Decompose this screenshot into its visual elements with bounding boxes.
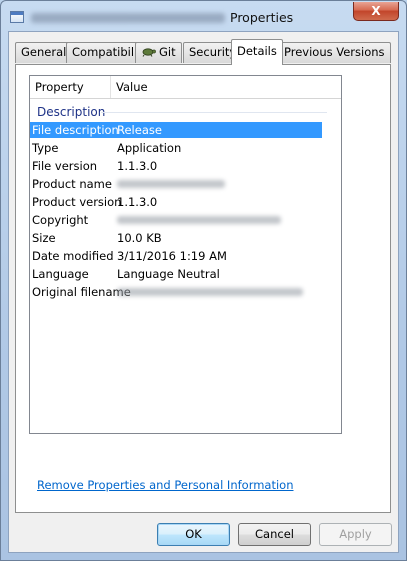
row-property: Copyright — [32, 213, 89, 227]
tab-git-label: Git — [159, 45, 176, 59]
column-header-value[interactable]: Value — [111, 76, 341, 98]
row-property: Type — [32, 141, 59, 155]
row-property: Original filename — [32, 285, 131, 299]
ok-button[interactable]: OK — [157, 523, 230, 546]
detail-row-type[interactable]: Type Application — [30, 140, 322, 156]
remove-properties-link[interactable]: Remove Properties and Personal Informati… — [37, 478, 294, 492]
details-list-view[interactable]: Property Value Description File descript… — [29, 75, 342, 434]
tab-details-label: Details — [237, 44, 277, 58]
row-value: 3/11/2016 1:19 AM — [117, 249, 227, 263]
row-property: Product version — [32, 195, 122, 209]
dialog-client-area: General Compatibility Git Security Detai… — [8, 31, 399, 553]
row-value-redacted — [117, 284, 303, 300]
details-tab-panel: Property Value Description File descript… — [15, 64, 391, 513]
detail-row-product-name[interactable]: Product name — [30, 176, 322, 192]
tab-previous-versions-label: Previous Versions — [284, 45, 385, 59]
row-value-redacted — [117, 212, 281, 228]
close-icon: X — [371, 4, 381, 18]
tab-general-label: General — [21, 45, 67, 59]
close-button[interactable]: X — [353, 2, 399, 21]
row-property: File description — [32, 123, 119, 137]
tab-git[interactable]: Git — [135, 42, 182, 63]
row-property: Product name — [32, 177, 112, 191]
row-value-redacted — [117, 176, 225, 192]
window-app-icon — [10, 11, 24, 23]
tab-security-label: Security — [189, 45, 237, 59]
tab-previous-versions[interactable]: Previous Versions — [278, 42, 391, 63]
detail-row-product-version[interactable]: Product version 1.1.3.0 — [30, 194, 322, 210]
row-value: 1.1.3.0 — [117, 159, 158, 173]
row-value: 10.0 KB — [117, 231, 162, 245]
detail-row-size[interactable]: Size 10.0 KB — [30, 230, 322, 246]
row-value: 1.1.3.0 — [117, 195, 158, 209]
title-filename-redacted — [31, 13, 225, 23]
cancel-button[interactable]: Cancel — [238, 523, 311, 546]
row-value: Release — [117, 123, 162, 137]
git-turtle-icon — [142, 48, 156, 57]
detail-row-original-filename[interactable]: Original filename — [30, 284, 322, 300]
row-property: Date modified — [32, 249, 114, 263]
properties-window: Properties X General Compatibility Git S… — [0, 0, 407, 561]
tab-general[interactable]: General — [15, 42, 73, 63]
tab-details[interactable]: Details — [231, 39, 283, 65]
group-divider — [101, 112, 327, 113]
row-property: Size — [32, 231, 56, 245]
row-value: Application — [117, 141, 182, 155]
row-value: Language Neutral — [117, 267, 220, 281]
group-header-description: Description — [37, 105, 106, 119]
column-header-property[interactable]: Property — [30, 76, 111, 98]
detail-row-file-version[interactable]: File version 1.1.3.0 — [30, 158, 322, 174]
detail-row-date-modified[interactable]: Date modified 3/11/2016 1:19 AM — [30, 248, 322, 264]
row-property: Language — [32, 267, 89, 281]
window-title: Properties — [230, 10, 294, 25]
list-header: Property Value — [30, 76, 341, 99]
detail-row-copyright[interactable]: Copyright — [30, 212, 322, 228]
apply-button[interactable]: Apply — [319, 523, 392, 546]
row-property: File version — [32, 159, 98, 173]
detail-row-file-description[interactable]: File description Release — [30, 122, 322, 138]
detail-row-language[interactable]: Language Language Neutral — [30, 266, 322, 282]
